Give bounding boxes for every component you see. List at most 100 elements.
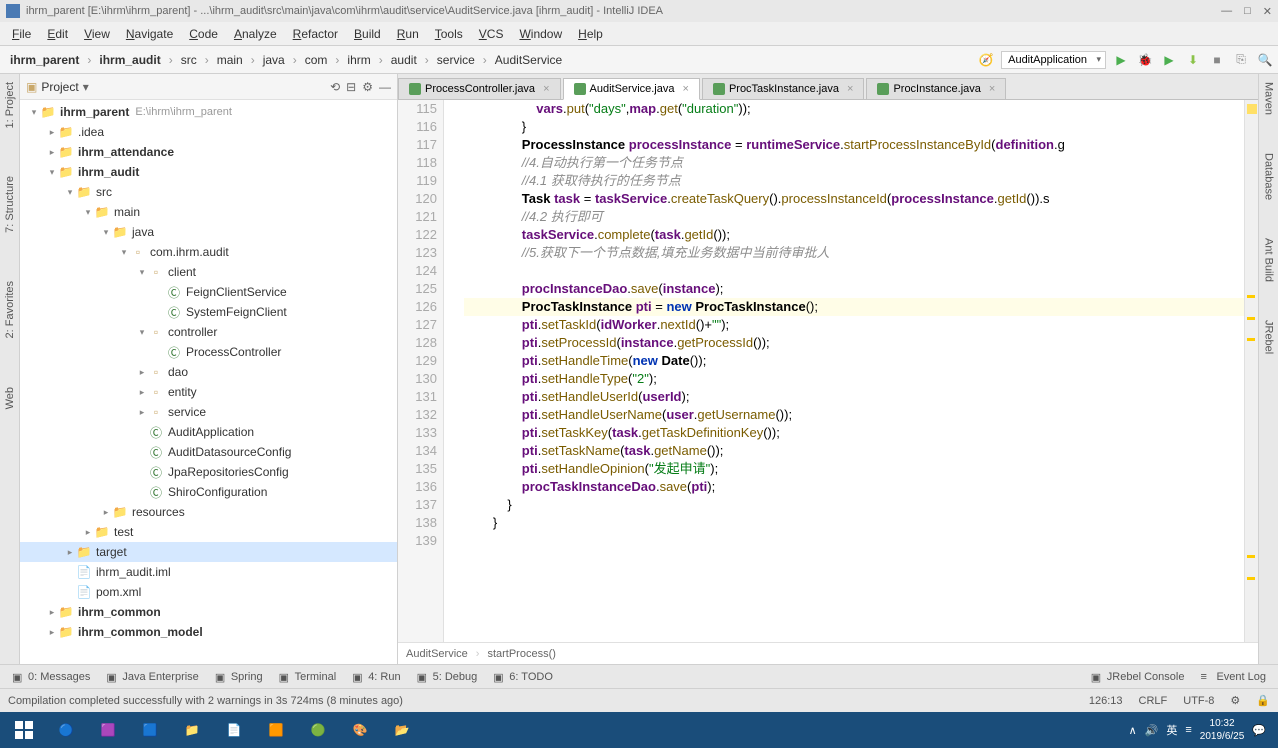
run-icon[interactable]: ▶ — [1112, 51, 1130, 69]
code-line[interactable]: pti.setTaskId(idWorker.nextId()+""); — [464, 316, 1244, 334]
code-line[interactable]: //5.获取下一个节点数据,填充业务数据中当前待审批人 — [464, 244, 1244, 262]
tree-item[interactable]: ▾▫controller — [20, 322, 397, 342]
gear-icon[interactable]: ⚙ — [362, 80, 373, 94]
breadcrumb-item[interactable]: com — [299, 53, 334, 67]
tree-item[interactable]: ▸▫entity — [20, 382, 397, 402]
close-button[interactable]: ✕ — [1263, 5, 1272, 18]
chevron-down-icon[interactable]: ▾ — [83, 80, 89, 94]
code-line[interactable]: ProcTaskInstance pti = new ProcTaskInsta… — [464, 298, 1244, 316]
structure-tool-tab[interactable]: 7: Structure — [4, 172, 16, 237]
coverage-icon[interactable]: ▶ — [1160, 51, 1178, 69]
inspection-icon[interactable]: ⚙ — [1230, 694, 1240, 707]
bottom-tab[interactable]: ▣Spring — [207, 669, 271, 685]
tree-item[interactable]: 📄pom.xml — [20, 582, 397, 602]
menu-vcs[interactable]: VCS — [471, 27, 512, 41]
crumb-method[interactable]: startProcess() — [487, 648, 555, 660]
code-line[interactable]: pti.setHandleType("2"); — [464, 370, 1244, 388]
code-line[interactable]: taskService.complete(task.getId()); — [464, 226, 1244, 244]
tree-item[interactable]: ⒸAuditDatasourceConfig — [20, 442, 397, 462]
keyboard-icon[interactable]: ≡ — [1185, 724, 1191, 736]
tree-item[interactable]: ▸📁ihrm_common_model — [20, 622, 397, 642]
tree-item[interactable]: ▾📁main — [20, 202, 397, 222]
code-line[interactable]: //4.1 获取待执行的任务节点 — [464, 172, 1244, 190]
code-line[interactable]: procInstanceDao.save(instance); — [464, 280, 1244, 298]
bottom-tab[interactable]: ▣0: Messages — [4, 669, 98, 685]
code-line[interactable]: } — [464, 496, 1244, 514]
code-line[interactable]: Task task = taskService.createTaskQuery(… — [464, 190, 1244, 208]
tree-item[interactable]: ⒸFeignClientService — [20, 282, 397, 302]
bottom-tab[interactable]: ▣Terminal — [271, 669, 345, 685]
code-line[interactable]: } — [464, 118, 1244, 136]
menu-navigate[interactable]: Navigate — [118, 27, 181, 41]
tree-item[interactable]: ▸📁.idea — [20, 122, 397, 142]
tree-item[interactable]: ⒸShiroConfiguration — [20, 482, 397, 502]
collapse-icon[interactable]: ⊟ — [346, 80, 356, 94]
minimize-button[interactable]: — — [1221, 5, 1232, 18]
tree-item[interactable]: ▸📁ihrm_attendance — [20, 142, 397, 162]
warning-mark[interactable] — [1247, 577, 1255, 580]
menu-build[interactable]: Build — [346, 27, 389, 41]
breadcrumb-item[interactable]: ihrm — [341, 53, 376, 67]
ant-tool-tab[interactable]: Ant Build — [1263, 234, 1275, 286]
database-tool-tab[interactable]: Database — [1263, 149, 1275, 204]
breadcrumb-item[interactable]: AuditService — [489, 53, 568, 67]
code-line[interactable]: pti.setTaskKey(task.getTaskDefinitionKey… — [464, 424, 1244, 442]
code-line[interactable]: pti.setTaskName(task.getName()); — [464, 442, 1244, 460]
menu-edit[interactable]: Edit — [39, 27, 76, 41]
breadcrumb-item[interactable]: ihrm_parent — [4, 53, 85, 67]
breadcrumb-item[interactable]: main — [211, 53, 249, 67]
editor-tab[interactable]: ProcInstance.java× — [866, 78, 1006, 99]
bottom-tab[interactable]: ▣6: TODO — [485, 669, 561, 685]
code-line[interactable]: pti.setProcessId(instance.getProcessId()… — [464, 334, 1244, 352]
tree-item[interactable]: ⒸJpaRepositoriesConfig — [20, 462, 397, 482]
code-line[interactable] — [464, 532, 1244, 550]
tree-item[interactable]: ▾📁ihrm_parentE:\ihrm\ihrm_parent — [20, 102, 397, 122]
stop-icon[interactable]: ■ — [1208, 51, 1226, 69]
code-line[interactable] — [464, 262, 1244, 280]
bottom-tab[interactable]: ▣Java Enterprise — [98, 669, 206, 685]
close-tab-icon[interactable]: × — [847, 83, 853, 95]
close-tab-icon[interactable]: × — [989, 83, 995, 95]
tree-item[interactable]: ▾▫com.ihrm.audit — [20, 242, 397, 262]
bottom-tab[interactable]: ▣4: Run — [344, 669, 408, 685]
run-config-selector[interactable]: AuditApplication — [1001, 51, 1106, 69]
breadcrumb-item[interactable]: audit — [385, 53, 423, 67]
update-icon[interactable]: ⬇ — [1184, 51, 1202, 69]
tree-item[interactable]: ▸📁test — [20, 522, 397, 542]
editor-tab[interactable]: AuditService.java× — [563, 78, 700, 100]
lock-icon[interactable]: 🔒 — [1256, 694, 1270, 707]
file-encoding[interactable]: UTF-8 — [1183, 695, 1214, 707]
breadcrumb-item[interactable]: java — [257, 53, 291, 67]
breadcrumb-item[interactable]: src — [175, 53, 203, 67]
ime-icon[interactable]: 英 — [1166, 722, 1177, 738]
line-separator[interactable]: CRLF — [1139, 695, 1168, 707]
code-line[interactable]: pti.setHandleUserId(userId); — [464, 388, 1244, 406]
warning-mark[interactable] — [1247, 317, 1255, 320]
menu-analyze[interactable]: Analyze — [226, 27, 285, 41]
jrebel-tool-tab[interactable]: JRebel — [1263, 316, 1275, 358]
system-tray[interactable]: ∧ 🔊 英 ≡ 10:32 2019/6/25 💬 — [1121, 717, 1274, 743]
refresh-icon[interactable]: ⟲ — [330, 80, 340, 94]
search-icon[interactable]: 🔍 — [1256, 51, 1274, 69]
debug-icon[interactable]: 🐞 — [1136, 51, 1154, 69]
tree-item[interactable]: ▾📁ihrm_audit — [20, 162, 397, 182]
menu-run[interactable]: Run — [389, 27, 427, 41]
tree-item[interactable]: ▾▫client — [20, 262, 397, 282]
crumb-class[interactable]: AuditService — [406, 648, 468, 660]
project-tool-tab[interactable]: 1: Project — [4, 78, 16, 132]
notifications-icon[interactable]: 💬 — [1252, 724, 1266, 737]
volume-icon[interactable]: 🔊 — [1145, 724, 1159, 737]
code-line[interactable]: ProcessInstance processInstance = runtim… — [464, 136, 1244, 154]
code-line[interactable]: vars.put("days",map.get("duration")); — [464, 100, 1244, 118]
menu-tools[interactable]: Tools — [427, 27, 471, 41]
close-tab-icon[interactable]: × — [543, 83, 549, 95]
menu-window[interactable]: Window — [511, 27, 570, 41]
code-line[interactable]: pti.setHandleTime(new Date()); — [464, 352, 1244, 370]
code-line[interactable]: } — [464, 514, 1244, 532]
close-tab-icon[interactable]: × — [683, 83, 689, 95]
tree-item[interactable]: ⒸProcessController — [20, 342, 397, 362]
web-tool-tab[interactable]: Web — [4, 383, 16, 413]
code-line[interactable]: pti.setHandleOpinion("发起申请"); — [464, 460, 1244, 478]
code-line[interactable]: //4.自动执行第一个任务节点 — [464, 154, 1244, 172]
tray-expand-icon[interactable]: ∧ — [1129, 724, 1137, 737]
